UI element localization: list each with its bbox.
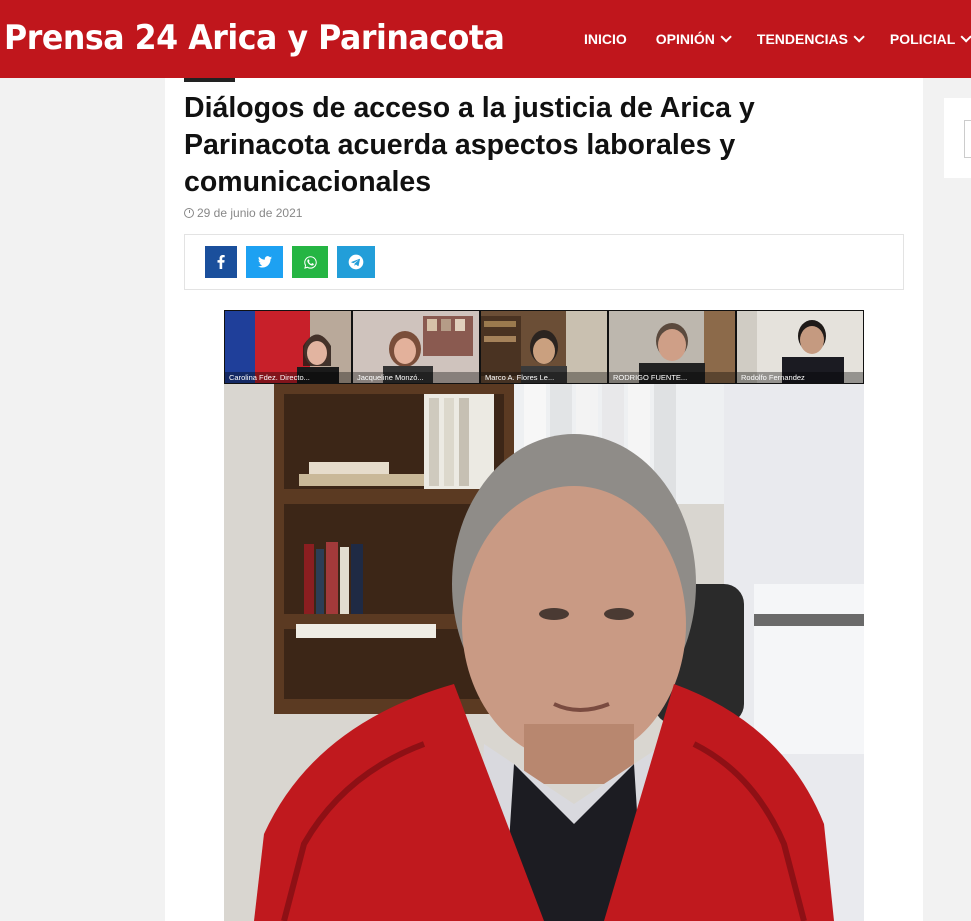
nav-item-inicio[interactable]: INICIO	[584, 31, 627, 47]
site-logo[interactable]: Prensa 24 Arica y Parinacota	[4, 13, 505, 63]
participant-caption: RODRIGO FUENTE...	[609, 372, 735, 383]
video-call-participants: Carolina Fdez. Directo... Jacqueline Mon…	[224, 310, 864, 384]
participant-caption: Rodolfo Fernandez	[737, 372, 863, 383]
chevron-down-icon	[720, 31, 732, 43]
main-nav: INICIO OPINIÓN TENDENCIAS POLICIAL	[584, 0, 971, 78]
article-title: Diálogos de acceso a la justicia de Aric…	[184, 92, 755, 198]
twitter-icon	[257, 256, 272, 268]
participant-tile: Jacqueline Monzó...	[353, 311, 479, 383]
participant-caption: Marco A. Flores Le...	[481, 372, 607, 383]
nav-label: TENDENCIAS	[756, 31, 848, 47]
chevron-down-icon	[853, 31, 865, 43]
telegram-share-button[interactable]	[337, 246, 375, 278]
article-date: 29 de junio de 2021	[184, 206, 302, 220]
nav-label: POLICIAL	[889, 31, 956, 47]
telegram-icon	[348, 254, 364, 270]
article-photo: Carolina Fdez. Directo... Jacqueline Mon…	[224, 310, 864, 921]
whatsapp-share-button[interactable]	[292, 246, 328, 278]
category-bar	[184, 78, 235, 82]
article-container: Diálogos de acceso a la justicia de Aric…	[165, 78, 923, 921]
site-header: Prensa 24 Arica y Parinacota INICIO OPIN…	[0, 0, 971, 78]
twitter-share-button[interactable]	[246, 246, 283, 278]
main-speaker-image	[224, 384, 864, 921]
participant-tile: Rodolfo Fernandez	[737, 311, 863, 383]
participant-tile: RODRIGO FUENTE...	[609, 311, 735, 383]
sidebar-widget	[944, 98, 971, 178]
date-text: 29 de junio de 2021	[197, 206, 303, 220]
share-bar	[184, 234, 904, 290]
clock-icon	[184, 208, 194, 218]
nav-item-opinion[interactable]: OPINIÓN	[655, 31, 732, 47]
facebook-share-button[interactable]	[205, 246, 237, 278]
nav-item-policial[interactable]: POLICIAL	[889, 31, 971, 47]
chevron-down-icon	[960, 31, 971, 43]
participant-tile: Marco A. Flores Le...	[481, 311, 607, 383]
nav-item-tendencias[interactable]: TENDENCIAS	[756, 31, 865, 47]
participant-caption: Jacqueline Monzó...	[353, 372, 479, 383]
participant-caption: Carolina Fdez. Directo...	[225, 372, 351, 383]
facebook-icon	[217, 255, 225, 269]
participant-tile: Carolina Fdez. Directo...	[225, 311, 351, 383]
nav-label: OPINIÓN	[655, 31, 715, 47]
sidebar-search-input[interactable]	[964, 120, 971, 158]
nav-label: INICIO	[584, 31, 627, 47]
whatsapp-icon	[303, 255, 317, 269]
